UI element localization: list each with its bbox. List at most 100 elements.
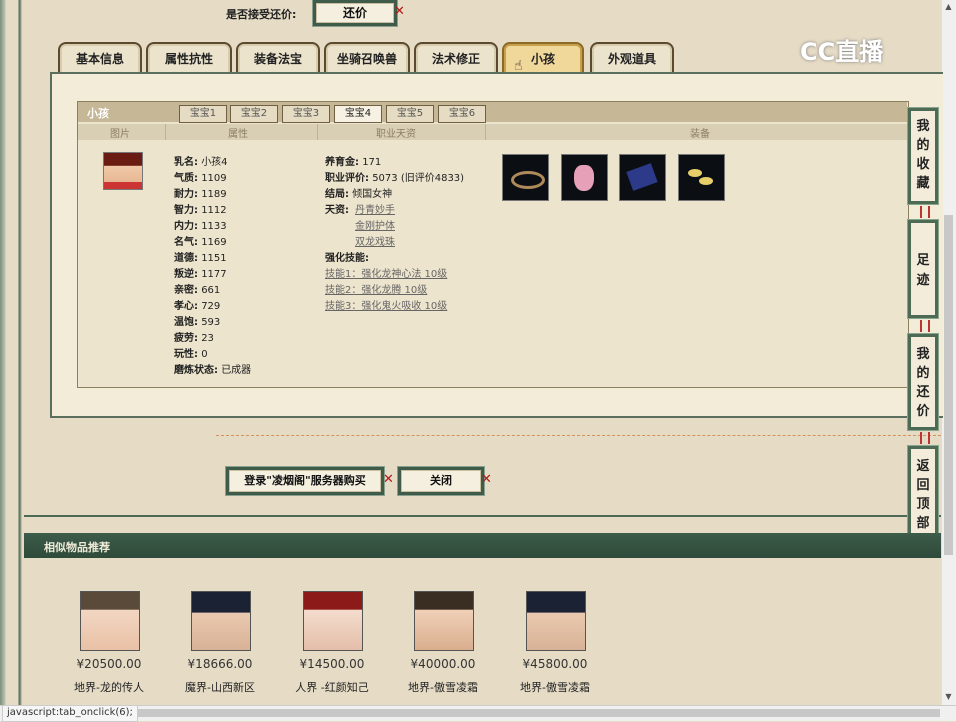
- col-divider: [165, 124, 166, 140]
- bargain-button[interactable]: 还价: [312, 0, 398, 27]
- attribute-key: 亲密:: [174, 285, 198, 296]
- tab-basic-info[interactable]: 基本信息: [58, 42, 142, 74]
- attribute-key: 温饱:: [174, 317, 198, 328]
- subtab-baby-5[interactable]: 宝宝5: [386, 105, 434, 123]
- attribute-value: 661: [201, 285, 221, 296]
- tab-attributes[interactable]: 属性抗性: [146, 42, 232, 74]
- recommend-item-name[interactable]: 地界-龙的传人: [54, 679, 164, 695]
- equipment-pouch-icon[interactable]: [561, 154, 608, 201]
- recommend-item-image[interactable]: [526, 591, 586, 651]
- scroll-down-arrow-icon[interactable]: ▼: [941, 690, 956, 704]
- child-panel-title: 小孩: [87, 107, 109, 120]
- attribute-key: 名气:: [174, 237, 198, 248]
- attribute-row: 耐力: 1189: [174, 185, 227, 200]
- recommend-item-price: ¥40000.00: [410, 657, 476, 671]
- column-header-row: [78, 124, 907, 140]
- skill-link-3[interactable]: 技能3：强化鬼火吸收 10级: [325, 297, 447, 312]
- attribute-value: 1112: [201, 205, 227, 216]
- attribute-value: 1177: [201, 269, 227, 280]
- attribute-row: 疲劳: 23: [174, 329, 214, 344]
- attribute-value: 0: [201, 349, 208, 360]
- tab-appearance[interactable]: 外观道具: [590, 42, 674, 74]
- equipment-shoes-icon[interactable]: [678, 154, 725, 201]
- attribute-key: 孝心:: [174, 301, 198, 312]
- equipment-book-icon[interactable]: [619, 154, 666, 201]
- recommend-item-image[interactable]: [80, 591, 140, 651]
- skill-link-2[interactable]: 技能2：强化龙腾 10级: [325, 281, 427, 296]
- attribute-row: 玩性: 0: [174, 345, 208, 360]
- recommend-item-price: ¥20500.00: [76, 657, 142, 671]
- attribute-key: 道德:: [174, 253, 198, 264]
- attribute-key: 智力:: [174, 205, 198, 216]
- tab-equipment[interactable]: 装备法宝: [236, 42, 320, 74]
- attribute-value: 1189: [201, 189, 227, 200]
- attribute-value: 1169: [201, 237, 227, 248]
- recommend-item-name[interactable]: 地界-傲雪凌霜: [500, 679, 610, 695]
- attribute-row: 叛逆: 1177: [174, 265, 227, 280]
- skills-label: 强化技能:: [325, 253, 369, 264]
- col-header-equipment: 装备: [690, 129, 710, 140]
- subtab-baby-4[interactable]: 宝宝4: [334, 105, 382, 123]
- left-decorative-border: [0, 0, 24, 705]
- talent-link-2[interactable]: 金刚护体: [355, 217, 395, 232]
- similar-items-title: 相似物品推荐: [44, 541, 110, 554]
- horizontal-scroll-thumb[interactable]: [130, 709, 940, 717]
- attribute-row: 内力: 1133: [174, 217, 227, 232]
- recommend-item-price: ¥45800.00: [522, 657, 588, 671]
- attribute-value: 23: [201, 333, 214, 344]
- attribute-key: 疲劳:: [174, 333, 198, 344]
- skill-link-1[interactable]: 技能1：强化龙神心法 10级: [325, 265, 447, 280]
- talent-link-1[interactable]: 丹青妙手: [355, 201, 395, 216]
- side-back-to-top-button[interactable]: 返回顶部: [907, 445, 939, 543]
- status-bar-url: javascript:tab_onclick(6);: [2, 705, 138, 722]
- close-button[interactable]: 关闭: [397, 466, 485, 496]
- subtab-baby-2[interactable]: 宝宝2: [230, 105, 278, 123]
- tab-spells[interactable]: 法术修正: [414, 42, 498, 74]
- attribute-row: 智力: 1112: [174, 201, 227, 216]
- login-buy-close-icon[interactable]: ✕: [383, 472, 394, 487]
- attribute-key: 磨炼状态:: [174, 365, 218, 376]
- rating-row: 职业评价: 5073 (旧评价4833): [325, 173, 465, 184]
- recommend-item-name[interactable]: 魔界-山西新区: [165, 679, 275, 695]
- accept-bargain-label: 是否接受还价:: [226, 8, 297, 21]
- close-x-icon[interactable]: ✕: [481, 472, 492, 487]
- talent-label: 天资:: [325, 205, 349, 216]
- talent-link-3[interactable]: 双龙戏珠: [355, 233, 395, 248]
- attribute-key: 气质:: [174, 173, 198, 184]
- scroll-up-arrow-icon[interactable]: ▲: [941, 0, 956, 14]
- recommend-item-image[interactable]: [303, 591, 363, 651]
- side-footprints-button[interactable]: 足迹: [907, 219, 939, 319]
- recommend-item-name[interactable]: 人界 -红颜知己: [277, 679, 387, 695]
- panel-bottom-border: [24, 515, 941, 517]
- side-my-bargains-button[interactable]: 我的还价: [907, 333, 939, 431]
- attribute-row: 乳名: 小孩4: [174, 153, 228, 168]
- subtab-baby-1[interactable]: 宝宝1: [179, 105, 227, 123]
- login-buy-button[interactable]: 登录"凌烟阁"服务器购买: [225, 466, 385, 496]
- attribute-value: 小孩4: [201, 157, 228, 168]
- recommend-item-price: ¥14500.00: [299, 657, 365, 671]
- col-header-image: 图片: [110, 129, 130, 140]
- attribute-row: 磨炼状态: 已成器: [174, 361, 251, 376]
- recommend-item-name[interactable]: 地界-傲雪凌霜: [388, 679, 498, 695]
- vertical-scroll-thumb[interactable]: [944, 215, 953, 555]
- bargain-close-icon[interactable]: ✕: [394, 4, 405, 19]
- subtab-baby-6[interactable]: 宝宝6: [438, 105, 486, 123]
- dashed-separator: [216, 435, 941, 436]
- col-divider: [485, 124, 486, 140]
- equipment-bracelet-icon[interactable]: [502, 154, 549, 201]
- attribute-row: 温饱: 593: [174, 313, 220, 328]
- attribute-value: 593: [201, 317, 221, 328]
- recommend-item-image[interactable]: [191, 591, 251, 651]
- chain-decoration: [920, 320, 930, 332]
- side-my-favorites-button[interactable]: 我的收藏: [907, 107, 939, 205]
- attribute-row: 名气: 1169: [174, 233, 227, 248]
- attribute-row: 孝心: 729: [174, 297, 220, 312]
- col-header-attributes: 属性: [228, 129, 248, 140]
- attribute-value: 729: [201, 301, 221, 312]
- attribute-key: 玩性:: [174, 349, 198, 360]
- recommend-item-image[interactable]: [414, 591, 474, 651]
- attribute-row: 气质: 1109: [174, 169, 227, 184]
- subtab-baby-3[interactable]: 宝宝3: [282, 105, 330, 123]
- tab-mounts[interactable]: 坐骑召唤兽: [324, 42, 410, 74]
- recommend-item-price: ¥18666.00: [187, 657, 253, 671]
